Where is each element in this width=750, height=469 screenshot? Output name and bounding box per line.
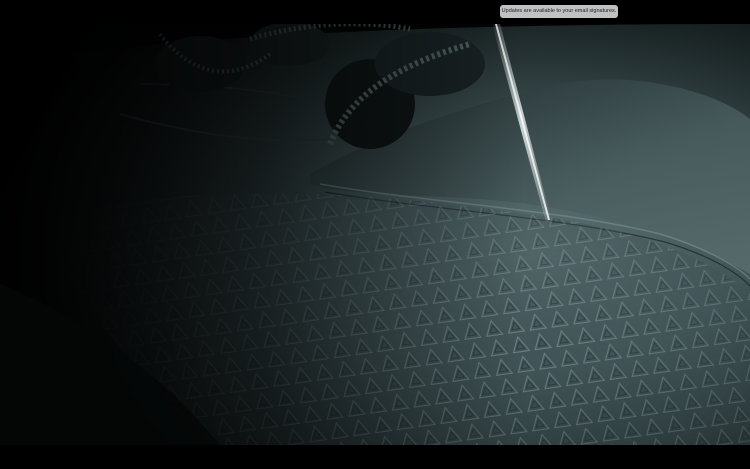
email-signature-update-notification[interactable]: Updates are available to your email sign… xyxy=(500,5,618,18)
top-letterbox-bar xyxy=(0,0,750,24)
notification-text: Updates are available to your email sign… xyxy=(501,8,617,14)
shoe-closeup-image xyxy=(0,24,750,445)
bottom-letterbox-bar xyxy=(0,445,750,469)
video-screen: Updates are available to your email sign… xyxy=(0,0,750,469)
video-frame xyxy=(0,24,750,445)
